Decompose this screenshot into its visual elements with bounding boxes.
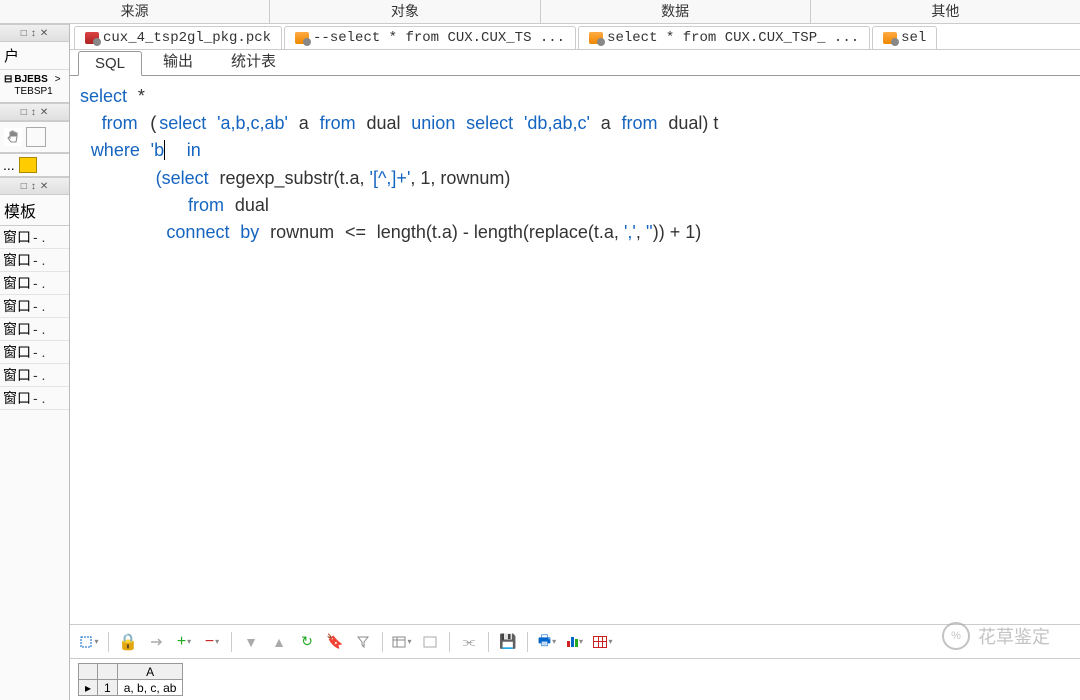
menu-other[interactable]: 其他 xyxy=(811,0,1080,23)
save-icon[interactable]: 💾 xyxy=(497,631,519,653)
tab-sql[interactable]: SQL xyxy=(78,51,142,76)
file-tab-label: select * from CUX.CUX_TSP_ ... xyxy=(607,30,859,46)
dock-box-icon[interactable]: □ xyxy=(20,107,28,118)
chart-icon[interactable] xyxy=(564,631,586,653)
dock-box-icon[interactable]: □ xyxy=(20,28,28,39)
chevron-right-icon[interactable]: > xyxy=(55,74,61,85)
input-row: ... xyxy=(0,153,69,177)
lock-icon[interactable]: 🔒 xyxy=(117,631,139,653)
bookmark-icon[interactable]: 🔖 xyxy=(324,631,346,653)
dock-pin-icon[interactable]: ↕ xyxy=(30,107,37,118)
folder-icon[interactable] xyxy=(19,157,37,173)
tab-stats[interactable]: 统计表 xyxy=(214,46,293,75)
tree-node[interactable]: ⊟ BJEBS TEBSP1 > xyxy=(0,70,69,102)
template-item[interactable]: 窗口- . xyxy=(0,249,69,272)
watermark: % 花草鉴定 xyxy=(942,622,1050,650)
dock-controls-2: □ ↕ ✕ xyxy=(0,103,69,121)
package-icon xyxy=(85,32,99,44)
print-icon[interactable]: 🖶 xyxy=(536,631,558,653)
sql-icon xyxy=(883,32,897,44)
dock-controls: □ ↕ ✕ xyxy=(0,24,69,42)
template-item[interactable]: 窗口- . xyxy=(0,341,69,364)
result-grid: A ▸ 1 a, b, c, ab xyxy=(70,659,1080,700)
hand-icon[interactable] xyxy=(4,128,22,146)
dock-controls-3: □ ↕ ✕ xyxy=(0,177,69,195)
menu-source[interactable]: 来源 xyxy=(0,0,270,23)
ellipsis-icon[interactable]: ... xyxy=(3,157,15,173)
empty-box-icon[interactable] xyxy=(26,127,46,147)
file-tab-label: cux_4_tsp2gl_pkg.pck xyxy=(103,30,271,46)
view-icon[interactable] xyxy=(391,631,413,653)
remove-icon[interactable]: − xyxy=(201,631,223,653)
watermark-text: 花草鉴定 xyxy=(978,623,1050,649)
sub-tab-bar: SQL 输出 统计表 xyxy=(70,50,1080,76)
tree-label-2: TEBSP1 xyxy=(14,86,52,98)
dock-close-icon[interactable]: ✕ xyxy=(39,28,49,39)
sql-icon xyxy=(589,32,603,44)
add-icon[interactable]: + xyxy=(173,631,195,653)
template-item[interactable]: 窗口- . xyxy=(0,226,69,249)
single-icon[interactable] xyxy=(419,631,441,653)
wechat-icon: % xyxy=(942,622,970,650)
dock-close-icon[interactable]: ✕ xyxy=(39,107,49,118)
row-marker-icon[interactable]: ▸ xyxy=(79,680,98,696)
template-item[interactable]: 窗口- . xyxy=(0,295,69,318)
corner-cell[interactable] xyxy=(79,664,98,680)
top-menu: 来源 对象 数据 其他 xyxy=(0,0,1080,24)
result-toolbar: 🔒 + − ▼ ▲ ↻ 🔖 ⫘ 💾 xyxy=(70,625,1080,659)
tab-output[interactable]: 输出 xyxy=(146,46,210,75)
tree-label-1: BJEBS xyxy=(14,74,52,86)
refresh-icon[interactable]: ↻ xyxy=(296,631,318,653)
left-toolbar xyxy=(0,121,69,153)
template-item[interactable]: 窗口- . xyxy=(0,364,69,387)
template-item[interactable]: 窗口- . xyxy=(0,272,69,295)
template-item[interactable]: 窗口- . xyxy=(0,318,69,341)
dock-box-icon[interactable]: □ xyxy=(20,181,28,192)
column-header[interactable]: A xyxy=(117,664,183,680)
table-row[interactable]: ▸ 1 a, b, c, ab xyxy=(79,680,183,696)
row-num-header[interactable] xyxy=(98,664,118,680)
panel-title-user: 户 xyxy=(0,42,69,70)
select-icon[interactable] xyxy=(78,631,100,653)
filter-icon[interactable] xyxy=(352,631,374,653)
row-number: 1 xyxy=(98,680,118,696)
sql-icon xyxy=(295,32,309,44)
scroll-up-icon[interactable]: ▲ xyxy=(268,631,290,653)
fetch-icon[interactable] xyxy=(145,631,167,653)
cell-value[interactable]: a, b, c, ab xyxy=(117,680,183,696)
dock-pin-icon[interactable]: ↕ xyxy=(30,181,37,192)
scroll-down-icon[interactable]: ▼ xyxy=(240,631,262,653)
file-tab-label: --select * from CUX.CUX_TS ... xyxy=(313,30,565,46)
dock-close-icon[interactable]: ✕ xyxy=(39,181,49,192)
sql-editor[interactable]: select * from (select 'a,b,c,ab' a from … xyxy=(70,76,1080,625)
file-tab[interactable]: sel xyxy=(872,26,937,49)
link-icon[interactable]: ⫘ xyxy=(458,631,480,653)
collapse-icon[interactable]: ⊟ xyxy=(4,74,12,85)
file-tab[interactable]: select * from CUX.CUX_TSP_ ... xyxy=(578,26,870,49)
template-item[interactable]: 窗口- . xyxy=(0,387,69,410)
grid-icon[interactable] xyxy=(592,631,614,653)
file-tab[interactable]: --select * from CUX.CUX_TS ... xyxy=(284,26,576,49)
left-panel: □ ↕ ✕ 户 ⊟ BJEBS TEBSP1 > □ ↕ ✕ xyxy=(0,24,70,700)
dock-pin-icon[interactable]: ↕ xyxy=(30,28,37,39)
menu-data[interactable]: 数据 xyxy=(541,0,811,23)
template-title: 模板 xyxy=(0,195,69,226)
template-list: 窗口- . 窗口- . 窗口- . 窗口- . 窗口- . 窗口- . 窗口- … xyxy=(0,226,69,410)
menu-object[interactable]: 对象 xyxy=(270,0,540,23)
file-tab-label: sel xyxy=(901,30,926,46)
result-table[interactable]: A ▸ 1 a, b, c, ab xyxy=(78,663,183,696)
